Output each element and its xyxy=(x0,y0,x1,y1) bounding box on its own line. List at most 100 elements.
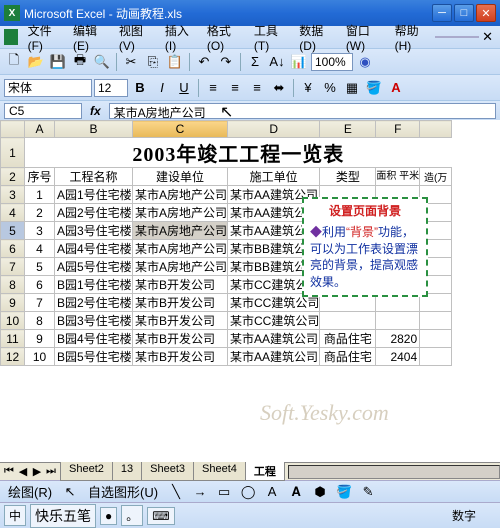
cell[interactable]: A园1号住宅楼 xyxy=(55,186,133,204)
maximize-button[interactable]: □ xyxy=(454,4,474,22)
col-header-C[interactable]: C xyxy=(133,121,228,138)
cell[interactable]: 某市AA建筑公司 xyxy=(228,348,320,366)
hdr-A[interactable]: 序号 xyxy=(25,168,55,186)
cell[interactable]: B园1号住宅楼 xyxy=(55,276,133,294)
cell[interactable]: 某市B开发公司 xyxy=(133,348,228,366)
row-header[interactable]: 8 xyxy=(1,276,25,294)
sheet-tab[interactable]: 13 xyxy=(112,462,142,481)
cell[interactable]: 某市B开发公司 xyxy=(133,294,228,312)
menu-insert[interactable]: 插入(I) xyxy=(159,20,201,55)
sort-icon[interactable]: A↓ xyxy=(267,52,287,72)
sheet-tab[interactable]: Sheet4 xyxy=(193,462,246,481)
borders-icon[interactable]: ▦ xyxy=(342,78,362,98)
tab-next-icon[interactable]: ▶ xyxy=(30,465,44,478)
arrow-icon[interactable]: → xyxy=(190,482,210,502)
horizontal-scrollbar[interactable] xyxy=(288,465,500,479)
menu-tools[interactable]: 工具(T) xyxy=(248,20,293,55)
zoom-selector[interactable]: 100% xyxy=(311,53,353,71)
cell[interactable]: A园5号住宅楼 xyxy=(55,258,133,276)
fx-icon[interactable]: fx xyxy=(90,104,101,118)
cell[interactable]: 10 xyxy=(25,348,55,366)
cell[interactable]: 9 xyxy=(25,330,55,348)
cell[interactable]: 2820 xyxy=(376,330,420,348)
new-icon[interactable]: 🗋 xyxy=(4,52,24,72)
cell[interactable]: 7 xyxy=(25,294,55,312)
wordart-icon[interactable]: 𝐀 xyxy=(286,482,306,502)
preview-icon[interactable]: 🔍 xyxy=(92,52,112,72)
col-header-A[interactable]: A xyxy=(25,121,55,138)
fill-color-icon[interactable]: 🪣 xyxy=(364,78,384,98)
hdr-E[interactable]: 类型 xyxy=(320,168,376,186)
oval-icon[interactable]: ◯ xyxy=(238,482,258,502)
cell[interactable]: 商品住宅 xyxy=(320,330,376,348)
cell[interactable]: 某市A房地产公司 xyxy=(133,258,228,276)
ime-fullwidth-icon[interactable]: ● xyxy=(100,507,117,525)
menu-help[interactable]: 帮助(H) xyxy=(389,20,436,55)
name-box[interactable]: C5 xyxy=(4,103,82,119)
fill-icon[interactable]: 🪣 xyxy=(334,482,354,502)
font-size-selector[interactable]: 12 xyxy=(94,79,128,97)
save-icon[interactable]: 💾 xyxy=(48,52,68,72)
menu-file[interactable]: 文件(F) xyxy=(22,20,67,55)
row-header[interactable]: 9 xyxy=(1,294,25,312)
col-header-G[interactable] xyxy=(420,121,452,138)
copy-icon[interactable]: ⎘ xyxy=(143,52,163,72)
cell[interactable]: A园4号住宅楼 xyxy=(55,240,133,258)
cell[interactable]: 6 xyxy=(25,276,55,294)
sheet-tab[interactable]: 工程 xyxy=(245,462,285,481)
align-right-icon[interactable]: ≡ xyxy=(247,78,267,98)
row-header-2[interactable]: 2 xyxy=(1,168,25,186)
draw-menu[interactable]: 绘图(R) xyxy=(4,482,56,502)
tab-last-icon[interactable]: ⏭ xyxy=(44,465,58,478)
ime-punct-icon[interactable]: 。 xyxy=(121,505,143,526)
cell[interactable]: 2404 xyxy=(376,348,420,366)
cell[interactable]: B园3号住宅楼 xyxy=(55,312,133,330)
cell[interactable]: B园5号住宅楼 xyxy=(55,348,133,366)
col-header-E[interactable]: E xyxy=(320,121,376,138)
cell[interactable]: A园3号住宅楼 xyxy=(55,222,133,240)
row-header[interactable]: 4 xyxy=(1,204,25,222)
cell[interactable]: 某市B开发公司 xyxy=(133,276,228,294)
cell[interactable]: 某市CC建筑公司 xyxy=(228,312,320,330)
chart-icon[interactable]: 📊 xyxy=(289,52,309,72)
hdr-G[interactable]: 造(万 xyxy=(420,168,452,186)
tab-first-icon[interactable]: ⏮ xyxy=(2,465,16,478)
hdr-D[interactable]: 施工单位 xyxy=(228,168,320,186)
workbook-icon[interactable] xyxy=(4,29,18,45)
merge-icon[interactable]: ⬌ xyxy=(269,78,289,98)
cell[interactable]: 5 xyxy=(25,258,55,276)
menu-window[interactable]: 窗口(W) xyxy=(340,20,389,55)
cell[interactable]: 1 xyxy=(25,186,55,204)
cell[interactable] xyxy=(420,312,452,330)
cell[interactable]: 3 xyxy=(25,222,55,240)
italic-icon[interactable]: I xyxy=(152,78,172,98)
cell[interactable]: 某市A房地产公司 xyxy=(133,204,228,222)
cell[interactable]: 4 xyxy=(25,240,55,258)
cell[interactable]: 某市A房地产公司 xyxy=(133,240,228,258)
menu-format[interactable]: 格式(O) xyxy=(201,20,248,55)
row-header[interactable]: 12 xyxy=(1,348,25,366)
doc-close-button[interactable]: ✕ xyxy=(479,27,496,47)
font-name-selector[interactable]: 宋体 xyxy=(4,79,92,97)
align-center-icon[interactable]: ≡ xyxy=(225,78,245,98)
cell[interactable]: B园4号住宅楼 xyxy=(55,330,133,348)
cell[interactable] xyxy=(420,348,452,366)
line-color-icon[interactable]: ✎ xyxy=(358,482,378,502)
cell[interactable] xyxy=(420,330,452,348)
row-header[interactable]: 3 xyxy=(1,186,25,204)
cell[interactable]: 某市B开发公司 xyxy=(133,330,228,348)
cell[interactable]: 2 xyxy=(25,204,55,222)
cut-icon[interactable]: ✂ xyxy=(121,52,141,72)
line-icon[interactable]: ╲ xyxy=(166,482,186,502)
sheet-tab[interactable]: Sheet2 xyxy=(60,462,113,481)
redo-icon[interactable]: ↷ xyxy=(216,52,236,72)
row-header[interactable]: 7 xyxy=(1,258,25,276)
select-all-corner[interactable] xyxy=(1,121,25,138)
cell[interactable]: 某市B开发公司 xyxy=(133,312,228,330)
col-header-F[interactable]: F xyxy=(376,121,420,138)
sheet-tab[interactable]: Sheet3 xyxy=(141,462,194,481)
sum-icon[interactable]: Σ xyxy=(245,52,265,72)
cell[interactable]: A园2号住宅楼 xyxy=(55,204,133,222)
cell[interactable] xyxy=(320,312,376,330)
currency-icon[interactable]: ¥ xyxy=(298,78,318,98)
